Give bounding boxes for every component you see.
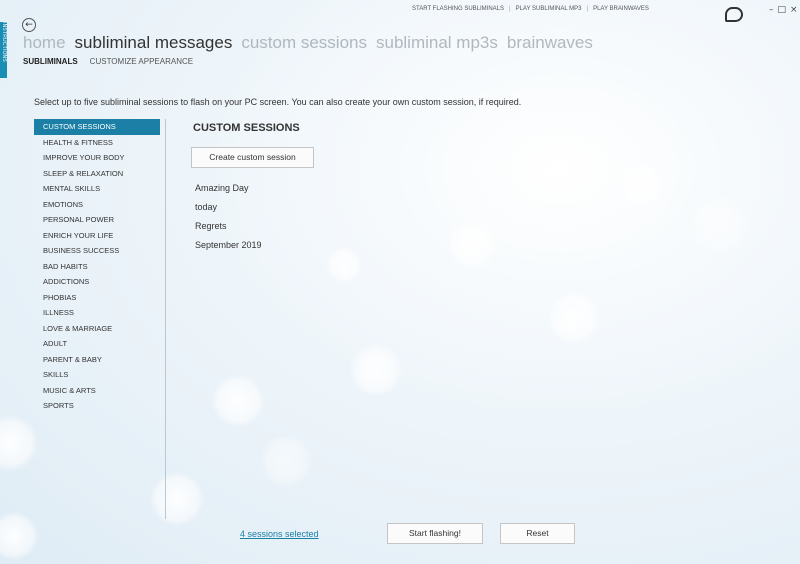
category-item-sports[interactable]: SPORTS <box>34 398 160 414</box>
bokeh-light <box>0 415 38 471</box>
category-item-business-success[interactable]: BUSINESS SUCCESS <box>34 243 160 259</box>
category-item-custom-sessions[interactable]: CUSTOM SESSIONS <box>34 119 160 135</box>
bokeh-light <box>0 512 38 560</box>
category-item-emotions[interactable]: EMOTIONS <box>34 197 160 213</box>
category-item-sleep-relaxation[interactable]: SLEEP & RELAXATION <box>34 166 160 182</box>
category-item-mental-skills[interactable]: MENTAL SKILLS <box>34 181 160 197</box>
nav-tab-subliminal-mp3s[interactable]: subliminal mp3s <box>376 33 498 52</box>
nav-tab-home[interactable]: home <box>23 33 66 52</box>
create-custom-session-button[interactable]: Create custom session <box>191 147 314 168</box>
bokeh-light <box>548 292 600 344</box>
sessions-selected-link[interactable]: 4 sessions selected <box>240 529 319 539</box>
main-nav: home subliminal messages custom sessions su… <box>23 33 602 53</box>
category-item-love-marriage[interactable]: LOVE & MARRIAGE <box>34 321 160 337</box>
nav-tab-brainwaves[interactable]: brainwaves <box>507 33 593 52</box>
bokeh-light <box>690 195 750 255</box>
bokeh-light <box>448 220 496 268</box>
sub-nav: SUBLIMINALS CUSTOMIZE APPEARANCE <box>23 57 205 66</box>
bokeh-light <box>620 163 664 207</box>
close-icon[interactable]: × <box>790 5 798 15</box>
session-item-today[interactable]: today <box>195 202 217 212</box>
category-item-improve-your-body[interactable]: IMPROVE YOUR BODY <box>34 150 160 166</box>
category-item-personal-power[interactable]: PERSONAL POWER <box>34 212 160 228</box>
intro-text: Select up to five subliminal sessions to… <box>34 97 522 107</box>
content-title: CUSTOM SESSIONS <box>193 122 300 134</box>
start-flashing-button[interactable]: Start flashing! <box>387 523 483 544</box>
category-list: CUSTOM SESSIONS HEALTH & FITNESS IMPROVE… <box>34 119 166 519</box>
bokeh-light <box>350 344 402 396</box>
category-item-phobias[interactable]: PHOBIAS <box>34 290 160 306</box>
top-links: START FLASHING SUBLIMINALS | PLAY SUBLIMIN… <box>412 6 649 12</box>
back-arrow-icon[interactable]: ← <box>22 18 36 32</box>
category-item-skills[interactable]: SKILLS <box>34 367 160 383</box>
play-mp3-link[interactable]: PLAY SUBLIMINAL MP3 <box>516 6 582 12</box>
instructions-tab-label: INSTRUCTIONS <box>1 22 7 62</box>
subnav-subliminals[interactable]: SUBLIMINALS <box>23 57 78 66</box>
category-item-illness[interactable]: ILLNESS <box>34 305 160 321</box>
category-item-health-fitness[interactable]: HEALTH & FITNESS <box>34 135 160 151</box>
session-item-amazing-day[interactable]: Amazing Day <box>195 183 249 193</box>
category-item-addictions[interactable]: ADDICTIONS <box>34 274 160 290</box>
separator: | <box>586 6 589 12</box>
nav-tab-custom-sessions[interactable]: custom sessions <box>241 33 367 52</box>
bokeh-light <box>326 247 362 283</box>
window-controls: – □ × <box>765 5 798 15</box>
category-item-enrich-your-life[interactable]: ENRICH YOUR LIFE <box>34 228 160 244</box>
bokeh-light <box>260 435 312 487</box>
category-item-bad-habits[interactable]: BAD HABITS <box>34 259 160 275</box>
subnav-customize-appearance[interactable]: CUSTOMIZE APPEARANCE <box>90 57 193 66</box>
category-item-music-arts[interactable]: MUSIC & ARTS <box>34 383 160 399</box>
nav-tab-subliminal-messages[interactable]: subliminal messages <box>75 33 233 52</box>
play-brainwaves-link[interactable]: PLAY BRAINWAVES <box>593 6 649 12</box>
maximize-icon[interactable]: □ <box>778 5 787 15</box>
separator: | <box>509 6 511 12</box>
session-item-regrets[interactable]: Regrets <box>195 221 227 231</box>
instructions-tab[interactable]: INSTRUCTIONS <box>0 22 7 78</box>
category-item-adult[interactable]: ADULT <box>34 336 160 352</box>
session-item-september-2019[interactable]: September 2019 <box>195 240 262 250</box>
minimize-icon[interactable]: – <box>769 5 774 15</box>
start-flashing-link[interactable]: START FLASHING SUBLIMINALS <box>412 6 504 12</box>
bokeh-light <box>212 375 264 427</box>
reset-button[interactable]: Reset <box>500 523 575 544</box>
category-item-parent-baby[interactable]: PARENT & BABY <box>34 352 160 368</box>
chat-bubble-icon[interactable] <box>725 7 743 22</box>
